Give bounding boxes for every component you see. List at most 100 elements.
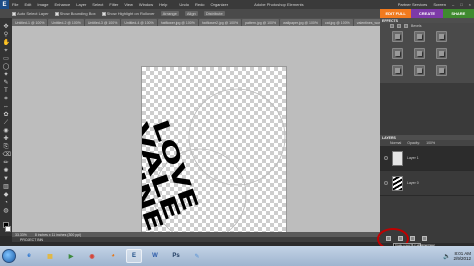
document-canvas[interactable]: LOVE VALE NTINE [141, 66, 287, 232]
screen-button[interactable]: Screen [430, 2, 449, 7]
menu-item-window[interactable]: Window [136, 2, 156, 7]
zoom-icon[interactable]: ⚲ [3, 32, 10, 39]
marquee-icon[interactable]: ▭ [3, 56, 10, 63]
paint-bucket-icon[interactable]: ▼ [3, 176, 10, 183]
minimize-icon[interactable]: – [449, 2, 457, 7]
maximize-icon[interactable]: □ [457, 2, 465, 7]
distribute-button[interactable]: Distribute [203, 11, 225, 16]
effect-thumbnail[interactable] [392, 65, 403, 76]
visibility-eye-icon[interactable] [384, 156, 388, 160]
visibility-eye-icon[interactable] [384, 181, 388, 185]
layer-row[interactable]: Layer 1 [380, 146, 474, 171]
effect-thumbnail[interactable] [414, 31, 425, 42]
smart-brush-icon[interactable]: ✺ [3, 168, 10, 175]
document-tab[interactable]: hatflower.jpg @ 100% [157, 19, 198, 26]
effect-thumbnail[interactable] [414, 65, 425, 76]
checkbox-icon[interactable] [101, 11, 106, 16]
menu-item-help[interactable]: Help [156, 2, 170, 7]
effects-type-icon[interactable] [404, 24, 408, 28]
menu-item-enhance[interactable]: Enhance [51, 2, 73, 7]
blend-mode-select[interactable]: Normal [390, 141, 401, 145]
document-tab[interactable]: hatflower2.jpg @ 100% [198, 19, 242, 26]
effects-type-icon[interactable] [390, 24, 394, 28]
effect-thumbnail[interactable] [436, 31, 447, 42]
effects-type-icon[interactable] [397, 24, 401, 28]
undo-button[interactable]: Undo [176, 2, 192, 7]
document-tab[interactable]: wallpaper.jpg @ 100% [280, 19, 321, 26]
recompose-icon[interactable]: ⇔ [3, 104, 10, 111]
brush-icon[interactable]: ✏ [3, 160, 10, 167]
effect-thumbnail[interactable] [436, 65, 447, 76]
mode-tab-edit-full[interactable]: EDIT FULL [380, 9, 412, 18]
taskbar-app-chrome-icon[interactable]: ◉ [84, 249, 100, 263]
menu-item-file[interactable]: File [9, 2, 21, 7]
document-tab[interactable]: pattern.jpg @ 100% [242, 19, 280, 26]
redo-button[interactable]: Redo [192, 2, 208, 7]
taskbar-app-elements-icon[interactable]: E [126, 249, 142, 263]
layer-row[interactable]: Layer 0 [380, 171, 474, 196]
taskbar-app-photoshop-icon[interactable]: Ps [168, 249, 184, 263]
document-tab[interactable]: Untitled-1 @ 100% [12, 19, 48, 26]
document-tab[interactable]: valentines_wordle.jpg @ 100% [353, 19, 380, 26]
partner-services-button[interactable]: Partner Services [395, 2, 431, 7]
taskbar-app-media-icon[interactable]: ▶ [63, 249, 79, 263]
project-bin[interactable]: PROJECT BIN [12, 237, 380, 242]
organizer-button[interactable]: Organizer [208, 2, 232, 7]
menu-item-layer[interactable]: Layer [73, 2, 89, 7]
type-icon[interactable]: T [3, 88, 10, 95]
document-tab[interactable]: Untitled-4 @ 100% [121, 19, 157, 26]
eraser-icon[interactable]: ⌫ [3, 152, 11, 159]
auto-select-option[interactable]: Auto Select Layer [12, 11, 49, 16]
blur-icon[interactable]: ◔ [3, 200, 10, 207]
clone-icon[interactable]: ⎘ [3, 144, 10, 151]
effect-thumbnail[interactable] [414, 48, 425, 59]
menu-item-select[interactable]: Select [89, 2, 106, 7]
straighten-icon[interactable]: ⟋ [3, 120, 10, 127]
highlight-option[interactable]: Show Highlight on Rollover [101, 11, 155, 16]
checkbox-icon[interactable] [54, 11, 59, 16]
mode-tab-create[interactable]: CREATE [411, 9, 443, 18]
background-color-swatch[interactable] [4, 226, 11, 232]
red-eye-icon[interactable]: ◉ [3, 128, 10, 135]
clock[interactable]: 8:01 AM 2/9/2012 [453, 251, 471, 261]
start-button[interactable] [2, 249, 16, 263]
gradient-icon[interactable]: ▥ [3, 184, 10, 191]
shape-icon[interactable]: ◆ [3, 192, 10, 199]
document-tab[interactable]: cat.jpg @ 100% [322, 19, 353, 26]
volume-icon[interactable]: 🔈 [443, 253, 450, 260]
effect-thumbnail[interactable] [436, 48, 447, 59]
move-icon[interactable]: ✥ [3, 24, 10, 31]
align-button[interactable]: Align [184, 11, 198, 16]
taskbar-app-ie-icon[interactable]: e [21, 249, 37, 263]
lock-icon[interactable] [410, 236, 415, 241]
menu-item-filter[interactable]: Filter [106, 2, 121, 7]
crop-icon[interactable]: ⌗ [3, 96, 10, 103]
effect-thumbnail[interactable] [392, 48, 403, 59]
checkbox-icon[interactable] [12, 11, 16, 16]
taskbar-app-explorer-icon[interactable]: ▦ [42, 249, 58, 263]
sponge-icon[interactable]: ◍ [3, 208, 10, 215]
hand-icon[interactable]: ✋ [3, 40, 10, 47]
taskbar-app-firefox-icon[interactable]: ◕ [105, 249, 121, 263]
document-tab[interactable]: Untitled-3 @ 100% [84, 19, 121, 26]
trash-icon[interactable] [422, 236, 427, 241]
taskbar-app-word-icon[interactable]: W [147, 249, 163, 263]
selection-brush-icon[interactable]: ✎ [3, 80, 10, 87]
effect-thumbnail[interactable] [392, 31, 403, 42]
menu-item-edit[interactable]: Edit [21, 2, 34, 7]
mode-tab-share[interactable]: SHARE [442, 9, 474, 18]
taskbar-app-paint-icon[interactable]: ✎ [189, 249, 205, 263]
effects-category[interactable]: Bevels [411, 24, 422, 28]
eyedropper-icon[interactable]: ⌖ [3, 48, 10, 55]
arrange-button[interactable]: Arrange [160, 11, 179, 16]
bounding-box-option[interactable]: Show Bounding Box [54, 11, 96, 16]
menu-item-image[interactable]: Image [34, 2, 51, 7]
opacity-value[interactable]: 100% [426, 141, 435, 145]
menu-item-view[interactable]: View [121, 2, 136, 7]
magic-wand-icon[interactable]: ✦ [3, 72, 10, 79]
close-icon[interactable]: × [466, 2, 474, 7]
cookie-cutter-icon[interactable]: ✿ [3, 112, 10, 119]
document-tab[interactable]: Untitled-2 @ 100% [48, 19, 84, 26]
healing-icon[interactable]: ✚ [3, 136, 10, 143]
lasso-icon[interactable]: ◯ [3, 64, 10, 71]
